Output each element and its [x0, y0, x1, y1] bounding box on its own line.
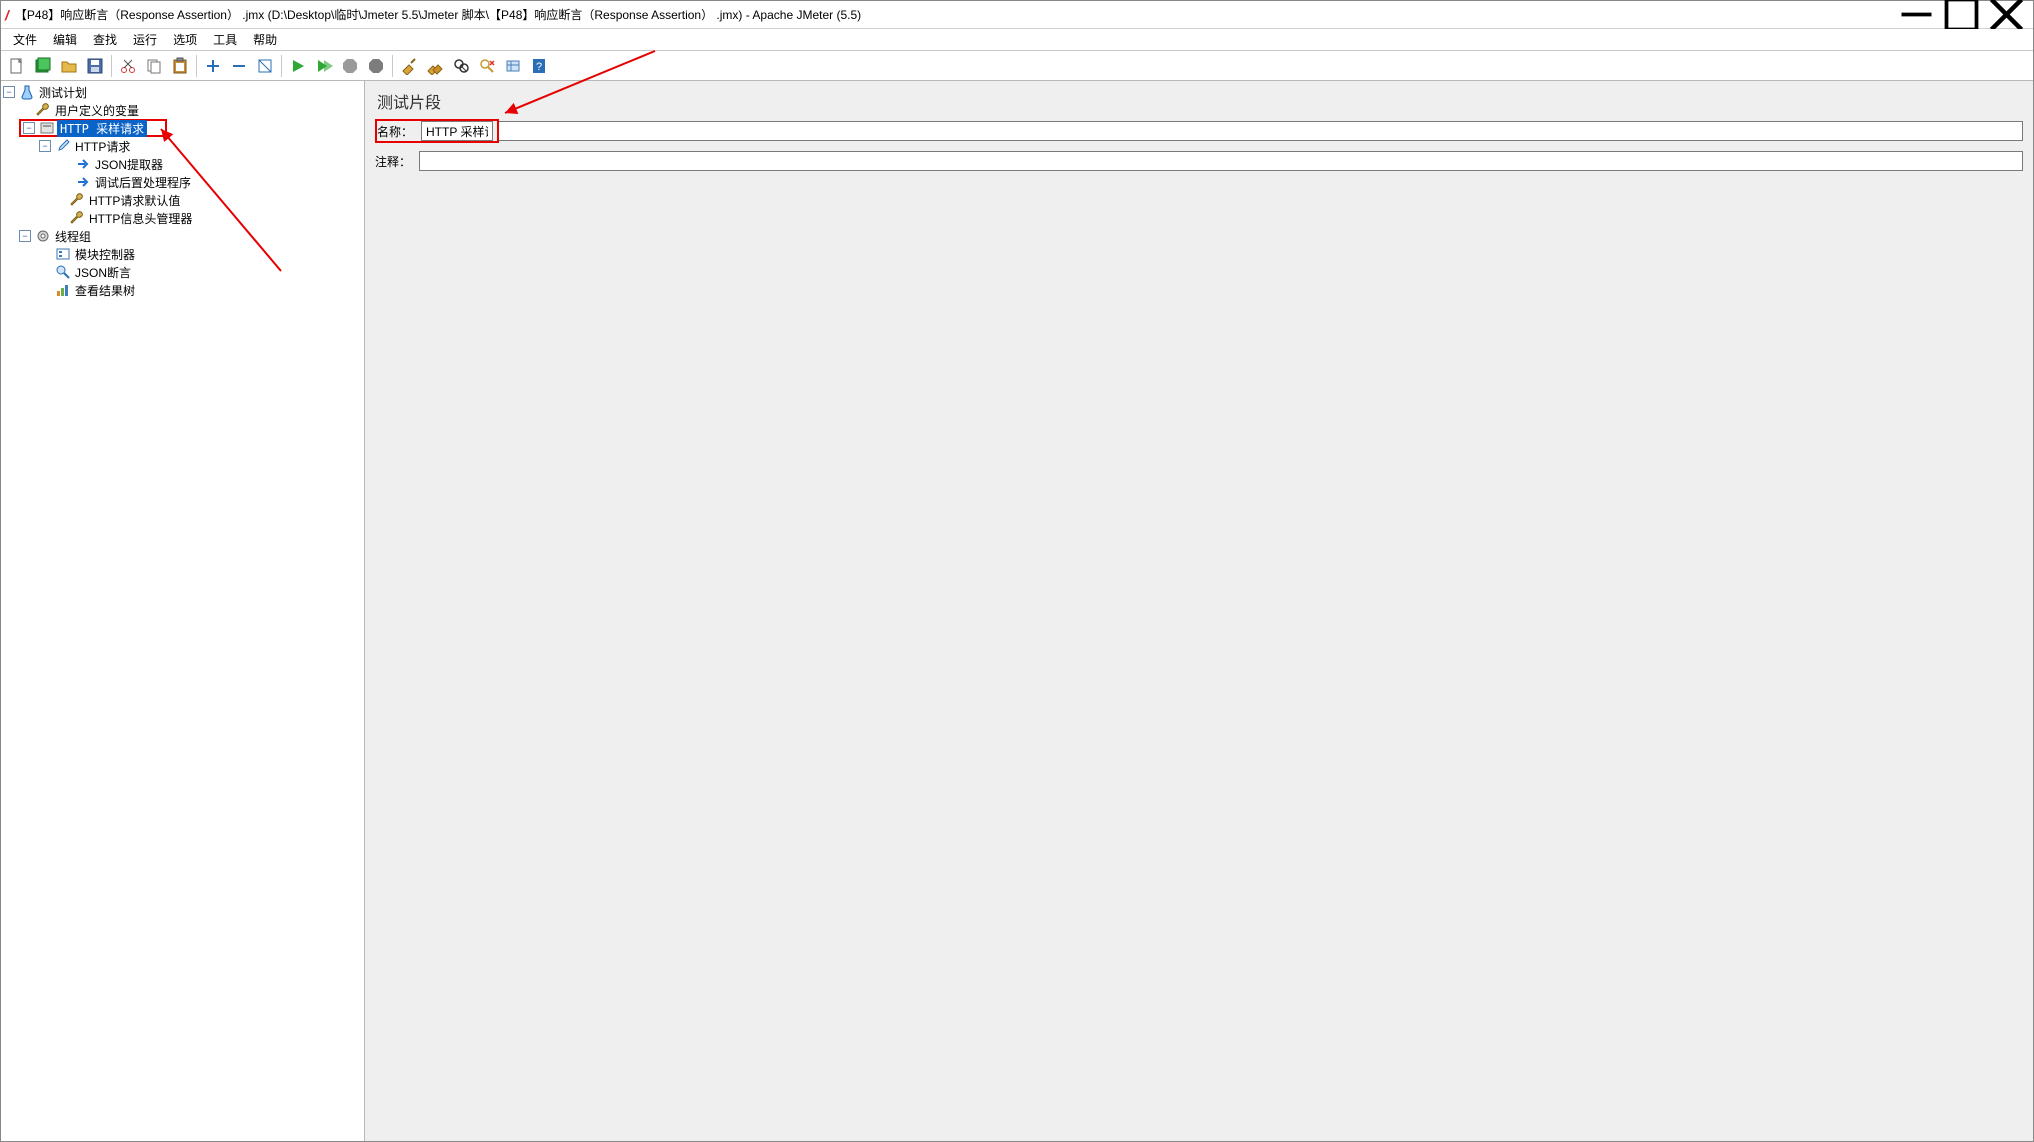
tree-node-json-extractor[interactable]: JSON提取器	[3, 155, 362, 173]
templates-icon[interactable]	[31, 54, 55, 78]
tree-node-debug-post[interactable]: 调试后置处理程序	[3, 173, 362, 191]
panel-title: 测试片段	[375, 87, 2023, 119]
menu-file[interactable]: 文件	[5, 29, 45, 50]
module-icon	[55, 246, 71, 262]
close-button[interactable]	[1984, 1, 2029, 29]
search-icon[interactable]	[449, 54, 473, 78]
tree-label: 调试后置处理程序	[93, 174, 193, 191]
start-no-timers-icon[interactable]	[312, 54, 336, 78]
tree-label: 查看结果树	[73, 282, 137, 299]
window-controls	[1894, 1, 2029, 29]
menu-tools[interactable]: 工具	[205, 29, 245, 50]
tree-label: HTTP请求	[73, 138, 132, 155]
gear-icon	[35, 228, 51, 244]
name-highlight: 名称：	[375, 119, 499, 143]
toolbar: ?	[1, 51, 2033, 81]
toolbar-separator	[196, 55, 197, 77]
toolbar-separator	[281, 55, 282, 77]
comments-label: 注释：	[375, 153, 419, 170]
tree-node-thread-group[interactable]: − 线程组	[3, 227, 362, 245]
pipette-icon	[55, 138, 71, 154]
clear-icon[interactable]	[397, 54, 421, 78]
tree-node-http-request[interactable]: − HTTP请求	[3, 137, 362, 155]
tree-node-http-defaults[interactable]: HTTP请求默认值	[3, 191, 362, 209]
name-input-highlighted-part[interactable]	[421, 121, 493, 141]
comments-row: 注释：	[375, 151, 2023, 171]
name-row: 名称：	[375, 119, 2023, 143]
wrench-icon	[69, 210, 85, 226]
stop-icon[interactable]	[338, 54, 362, 78]
tree-label: HTTP请求默认值	[87, 192, 182, 209]
app-icon: /	[5, 7, 9, 23]
tree-node-header-mgr[interactable]: HTTP信息头管理器	[3, 209, 362, 227]
wrench-icon	[35, 102, 51, 118]
main-body: − 测试计划 用户定义的变量	[1, 81, 2033, 1141]
tree-label: 模块控制器	[73, 246, 137, 263]
open-icon[interactable]	[57, 54, 81, 78]
collapse-toggle-icon[interactable]: −	[19, 230, 31, 242]
fragment-icon	[39, 120, 55, 136]
paste-icon[interactable]	[168, 54, 192, 78]
magnifier-icon	[55, 264, 71, 280]
menu-run[interactable]: 运行	[125, 29, 165, 50]
shutdown-icon[interactable]	[364, 54, 388, 78]
minimize-button[interactable]	[1894, 1, 1939, 29]
toggle-icon[interactable]	[253, 54, 277, 78]
menu-options[interactable]: 选项	[165, 29, 205, 50]
toolbar-separator	[392, 55, 393, 77]
tree-label-selected: HTTP 采样请求	[57, 120, 147, 137]
flask-icon	[19, 84, 35, 100]
editor-pane: 测试片段 名称： 注释：	[365, 81, 2033, 1141]
new-icon[interactable]	[5, 54, 29, 78]
function-helper-icon[interactable]	[501, 54, 525, 78]
collapse-icon[interactable]	[227, 54, 251, 78]
tree-label: 测试计划	[37, 84, 89, 101]
tree-label: JSON断言	[73, 264, 133, 281]
reset-search-icon[interactable]	[475, 54, 499, 78]
expand-icon[interactable]	[201, 54, 225, 78]
tree-label: JSON提取器	[93, 156, 165, 173]
tree-node-json-assert[interactable]: JSON断言	[3, 263, 362, 281]
copy-icon[interactable]	[142, 54, 166, 78]
tree-label: HTTP信息头管理器	[87, 210, 194, 227]
toolbar-separator	[111, 55, 112, 77]
title-bar[interactable]: / 【P48】响应断言（Response Assertion） .jmx (D:…	[1, 1, 2033, 29]
menu-search[interactable]: 查找	[85, 29, 125, 50]
window-title: 【P48】响应断言（Response Assertion） .jmx (D:\D…	[15, 6, 1894, 23]
tree-node-http-sampler[interactable]: − HTTP 采样请求	[3, 119, 362, 137]
name-input[interactable]	[499, 121, 2023, 141]
menu-bar: 文件 编辑 查找 运行 选项 工具 帮助	[1, 29, 2033, 51]
application-window: / 【P48】响应断言（Response Assertion） .jmx (D:…	[0, 0, 2034, 1142]
collapse-toggle-icon[interactable]: −	[3, 86, 15, 98]
save-icon[interactable]	[83, 54, 107, 78]
menu-help[interactable]: 帮助	[245, 29, 285, 50]
start-icon[interactable]	[286, 54, 310, 78]
selection-highlight: − HTTP 采样请求	[19, 119, 167, 137]
collapse-toggle-icon[interactable]: −	[23, 122, 35, 134]
collapse-toggle-icon[interactable]: −	[39, 140, 51, 152]
tree-node-module-ctrl[interactable]: 模块控制器	[3, 245, 362, 263]
cut-icon[interactable]	[116, 54, 140, 78]
comments-input[interactable]	[419, 151, 2023, 171]
tree-node-testplan[interactable]: − 测试计划	[3, 83, 362, 101]
svg-text:?: ?	[536, 61, 542, 73]
menu-edit[interactable]: 编辑	[45, 29, 85, 50]
help-icon[interactable]: ?	[527, 54, 551, 78]
tree-node-view-tree[interactable]: 查看结果树	[3, 281, 362, 299]
tree-label: 用户定义的变量	[53, 102, 141, 119]
name-label: 名称：	[377, 123, 421, 140]
chart-icon	[55, 282, 71, 298]
tree-node-user-vars[interactable]: 用户定义的变量	[3, 101, 362, 119]
maximize-button[interactable]	[1939, 1, 1984, 29]
test-plan-tree[interactable]: − 测试计划 用户定义的变量	[3, 83, 362, 299]
clear-all-icon[interactable]	[423, 54, 447, 78]
tree-label: 线程组	[53, 228, 93, 245]
wrench-icon	[69, 192, 85, 208]
arrow-right-blue-icon	[75, 174, 91, 190]
tree-pane[interactable]: − 测试计划 用户定义的变量	[1, 81, 365, 1141]
arrow-right-blue-icon	[75, 156, 91, 172]
